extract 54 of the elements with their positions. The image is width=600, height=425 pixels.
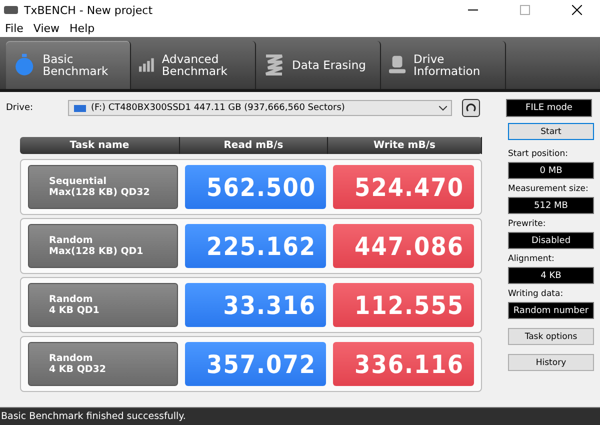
task-name: Random 4 KB QD1 — [28, 283, 178, 327]
column-header: Task name — [20, 137, 180, 154]
setting-value: Random number — [508, 302, 594, 319]
column-header: Write mB/s — [328, 137, 482, 154]
bar-chart-icon — [139, 55, 154, 75]
refresh-icon — [466, 103, 476, 113]
read-speed: 33.316 — [185, 283, 326, 327]
menu-item[interactable]: View — [28, 22, 65, 35]
column-header: Read mB/s — [180, 137, 328, 154]
close-icon — [572, 5, 582, 15]
drive-icon — [389, 54, 406, 76]
app-icon — [4, 4, 18, 16]
chevron-down-icon — [439, 106, 447, 110]
toolbar-tab[interactable]: Drive Information — [381, 41, 506, 89]
toolbar-tab[interactable]: Data Erasing — [256, 41, 381, 89]
task-name: Random 4 KB QD32 — [28, 342, 178, 386]
tab-label: Advanced Benchmark — [162, 53, 228, 77]
status-text: Basic Benchmark finished successfully. — [1, 411, 186, 422]
drive-select[interactable]: (F:) CT480BX300SSD1 447.11 GB (937,666,560 Sectors) — [68, 100, 452, 116]
read-speed: 562.500 — [185, 165, 326, 209]
write-speed: 447.086 — [333, 224, 474, 268]
mode-indicator: FILE mode — [506, 99, 592, 117]
setting-label: Measurement size: — [508, 184, 590, 194]
toolbar-tab[interactable]: Advanced Benchmark — [131, 41, 256, 89]
menu-item[interactable]: Help — [64, 22, 100, 35]
refresh-button[interactable] — [462, 99, 480, 117]
tab-label: Basic Benchmark — [42, 53, 110, 77]
maximize-icon — [520, 5, 530, 15]
window-title: TxBENCH - New project — [24, 4, 154, 16]
setting-label: Alignment: — [508, 254, 556, 264]
side-button[interactable]: History — [508, 354, 594, 371]
task-name: Random Max(128 KB) QD1 — [28, 224, 178, 268]
setting-value: 0 MB — [508, 162, 594, 179]
write-speed: 336.116 — [333, 342, 474, 386]
setting-label: Writing data: — [508, 289, 564, 299]
task-name: Sequential Max(128 KB) QD32 — [28, 165, 178, 209]
spring-icon — [264, 54, 284, 76]
setting-label: Prewrite: — [508, 219, 547, 229]
setting-value: 512 MB — [508, 197, 594, 214]
drive-icon — [73, 102, 87, 114]
start-button[interactable]: Start — [508, 123, 594, 140]
setting-label: Start position: — [508, 149, 569, 159]
write-speed: 112.555 — [333, 283, 474, 327]
menu-item[interactable]: File — [0, 22, 28, 35]
tab-label: Data Erasing — [292, 59, 366, 71]
read-speed: 357.072 — [185, 342, 326, 386]
read-speed: 225.162 — [185, 224, 326, 268]
setting-value: Disabled — [508, 232, 594, 249]
drive-label: Drive: — [6, 103, 34, 113]
write-speed: 524.470 — [333, 165, 474, 209]
toolbar-tab[interactable]: Basic Benchmark — [6, 41, 131, 89]
side-button[interactable]: Task options — [508, 328, 594, 345]
setting-value: 4 KB — [508, 267, 594, 284]
tab-label: Drive Information — [414, 53, 482, 77]
